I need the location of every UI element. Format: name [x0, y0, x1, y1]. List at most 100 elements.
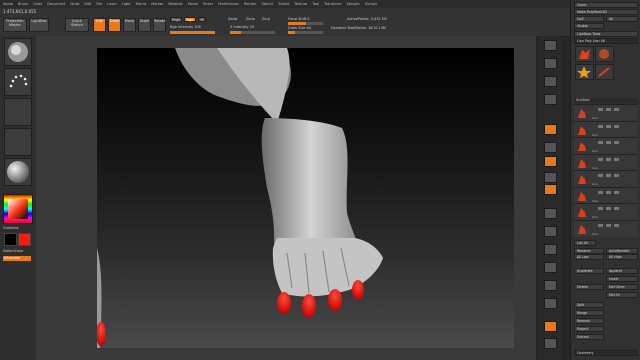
menu-material[interactable]: Material [168, 2, 182, 6]
visibility-toggle[interactable] [598, 223, 603, 227]
visibility-toggle[interactable] [598, 157, 603, 161]
menu-document[interactable]: Document [47, 2, 65, 6]
all-high-button[interactable]: All High [606, 254, 638, 260]
focal-shift-slider[interactable] [288, 22, 323, 25]
merge-button[interactable]: Merge [574, 310, 604, 316]
alternate-button[interactable]: Alternate [3, 256, 31, 261]
rgb-intensity-slider[interactable] [170, 31, 215, 34]
subtool-header[interactable]: SubTool [574, 98, 638, 103]
subtool-row[interactable]: Lion [574, 104, 638, 121]
polypaint-toggle[interactable] [606, 157, 611, 161]
eye-icon[interactable] [614, 157, 619, 161]
brush-slot[interactable] [4, 38, 32, 66]
projection-master-button[interactable]: Projection Master [3, 18, 27, 32]
subtool-row[interactable]: Lion [574, 203, 638, 220]
texture-slot[interactable] [4, 128, 32, 156]
rotate-view-button[interactable] [544, 244, 557, 255]
z-intensity-slider[interactable] [230, 31, 275, 34]
menu-color[interactable]: Color [33, 2, 42, 6]
menu-brush[interactable]: Brush [18, 2, 28, 6]
edit-button[interactable]: Edit [93, 18, 106, 32]
menu-macro[interactable]: Macro [136, 2, 147, 6]
scale-button[interactable]: Scale [138, 18, 151, 32]
eye-icon[interactable] [614, 223, 619, 227]
del-other-button[interactable]: Del Other [606, 284, 638, 290]
split-button[interactable]: Split [574, 302, 604, 308]
eye-icon[interactable] [614, 207, 619, 210]
xpose-button[interactable] [544, 321, 557, 332]
floor-button[interactable] [544, 142, 557, 153]
draw-button[interactable]: Draw [108, 18, 121, 32]
tool-thumb-sphere[interactable] [595, 46, 614, 62]
scale-view-button[interactable] [544, 226, 557, 237]
material-slot[interactable] [4, 158, 32, 186]
gradient-label[interactable]: Gradient [3, 226, 18, 230]
viewport-canvas[interactable] [97, 48, 514, 348]
all-button[interactable]: All [606, 16, 638, 22]
polypaint-toggle[interactable] [606, 223, 611, 227]
tool-thumb-lion[interactable] [575, 46, 594, 62]
polypaint-toggle[interactable] [606, 174, 611, 177]
subtool-row[interactable]: Lion [574, 137, 638, 154]
menu-transform[interactable]: Transform [324, 2, 341, 6]
subtool-row[interactable]: Lion [574, 153, 638, 171]
persp-button[interactable] [544, 124, 557, 135]
dynamic-button[interactable] [544, 338, 557, 349]
draw-size-slider[interactable] [288, 31, 323, 34]
eye-icon[interactable] [614, 108, 619, 111]
clone-button[interactable]: Clone [574, 2, 638, 8]
zcut-toggle[interactable]: Zcut [262, 17, 270, 21]
mrgb-button[interactable]: Mrgb [170, 17, 182, 22]
menu-zscript[interactable]: Zscript [365, 2, 377, 6]
geometry-header[interactable]: Geometry [574, 350, 638, 356]
dynamic-toggle[interactable]: Dynamic [331, 26, 346, 30]
local-button[interactable] [544, 156, 557, 167]
eye-icon[interactable] [614, 174, 619, 177]
subtool-row[interactable]: Lion [574, 120, 638, 138]
move-view-button[interactable] [544, 208, 557, 219]
polypaint-toggle[interactable] [606, 141, 611, 144]
visible-button[interactable]: Visible [574, 23, 604, 29]
polyf-button[interactable] [544, 262, 557, 273]
frame-button[interactable] [544, 184, 557, 195]
xyz-button[interactable] [544, 172, 557, 183]
lightbox-tools-button[interactable]: Lightbox Tools [574, 31, 638, 37]
menu-alpha[interactable]: Alpha [3, 2, 13, 6]
list-all-button[interactable]: List All [574, 240, 596, 246]
make-polymesh-button[interactable]: Make PolyMesh3D [574, 9, 638, 15]
transp-button[interactable] [544, 280, 557, 291]
eye-icon[interactable] [614, 141, 619, 144]
bpr-button[interactable] [544, 40, 557, 51]
secondary-swatch[interactable] [4, 233, 17, 246]
visibility-toggle[interactable] [598, 190, 603, 194]
menu-edit[interactable]: Edit [85, 2, 92, 6]
polypaint-toggle[interactable] [606, 108, 611, 111]
solo-button[interactable] [544, 298, 557, 309]
visibility-toggle[interactable] [598, 124, 603, 128]
subtool-row[interactable]: Lion [574, 186, 638, 204]
delete-button[interactable]: Delete [574, 284, 604, 290]
menu-light[interactable]: Light [122, 2, 131, 6]
menu-render[interactable]: Render [244, 2, 256, 6]
polypaint-toggle[interactable] [606, 124, 611, 128]
menu-draw[interactable]: Draw [70, 2, 79, 6]
alpha-slot[interactable] [4, 98, 32, 126]
menu-layer[interactable]: Layer [107, 2, 117, 6]
menu-texture[interactable]: Texture [294, 2, 307, 6]
goz-button[interactable]: GoZ [574, 16, 604, 22]
color-picker[interactable] [3, 194, 33, 224]
menu-stencil[interactable]: Stencil [261, 2, 273, 6]
eye-icon[interactable] [614, 190, 619, 194]
menu-zplugin[interactable]: Zplugin [346, 2, 359, 6]
duplicate-button[interactable]: Duplicate [574, 268, 604, 274]
visibility-toggle[interactable] [598, 207, 603, 210]
m-button[interactable]: M [198, 17, 206, 22]
append-button[interactable]: Append [606, 268, 638, 274]
stroke-slot[interactable] [4, 68, 32, 96]
menu-tool[interactable]: Tool [312, 2, 319, 6]
move-button[interactable]: Move [123, 18, 136, 32]
actual-button[interactable] [544, 94, 557, 105]
lightbox-button[interactable]: LightBox [29, 18, 49, 32]
menu-marker[interactable]: Marker [151, 2, 163, 6]
rgb-button[interactable]: Rgb [184, 17, 196, 22]
